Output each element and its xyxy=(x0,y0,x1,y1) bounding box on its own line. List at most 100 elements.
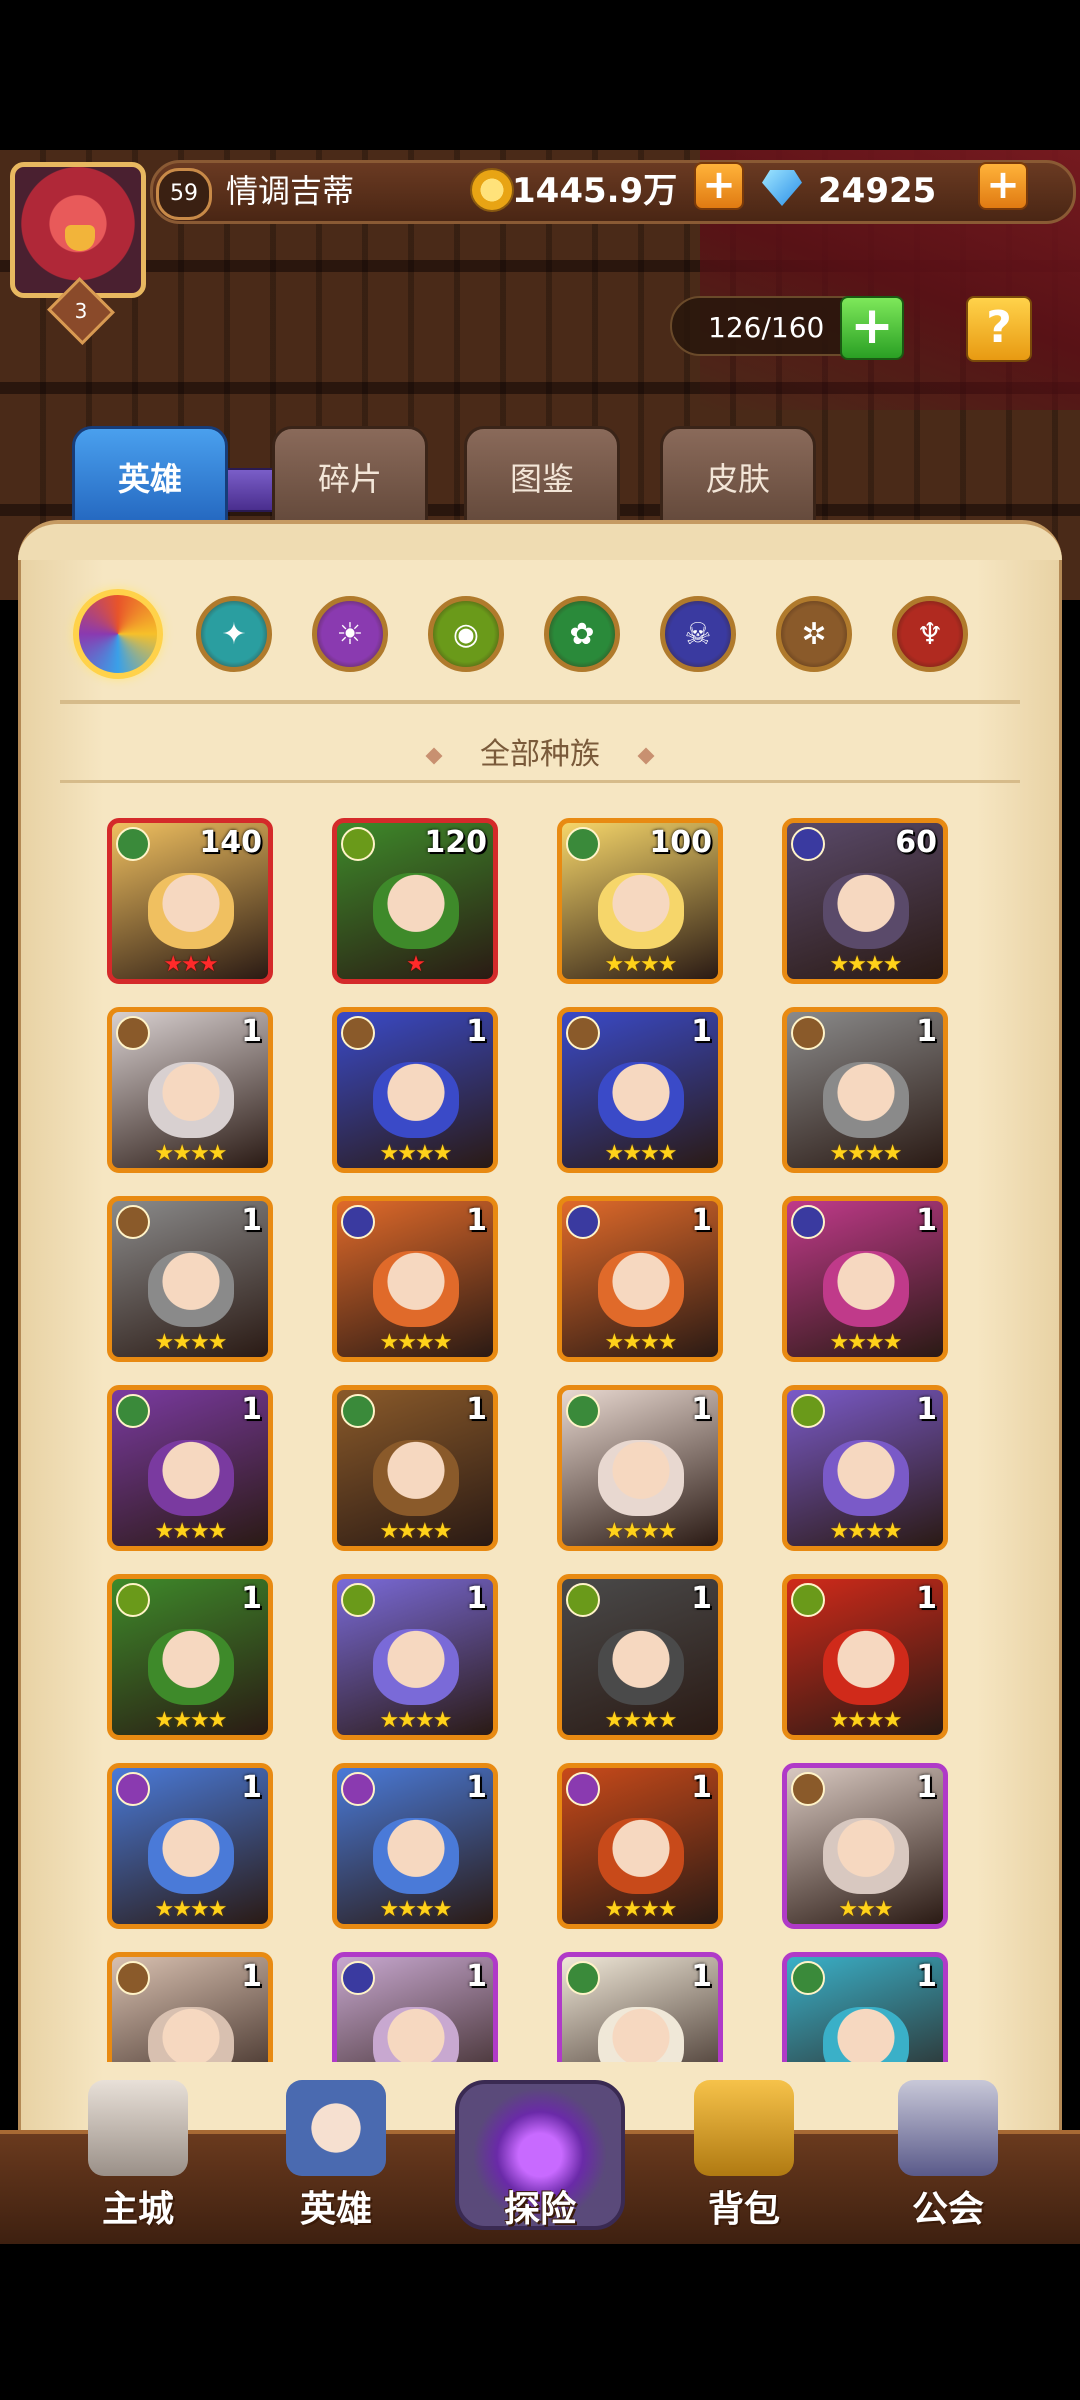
hero-portrait xyxy=(823,1251,909,1327)
hero-faction-icon xyxy=(341,827,375,861)
hero-faction-icon xyxy=(116,1394,150,1428)
all-factions-icon[interactable] xyxy=(73,589,163,679)
hero-faction-icon xyxy=(791,1016,825,1050)
hero-star-rating: ★★★★ xyxy=(829,1708,903,1733)
hero-faction-icon xyxy=(791,1772,825,1806)
nav-castle[interactable]: 主城 xyxy=(48,2080,228,2230)
nav-guild[interactable]: 公会 xyxy=(858,2080,1038,2230)
expand-capacity-button[interactable]: + xyxy=(840,296,904,360)
hero-portrait xyxy=(598,1251,684,1327)
hero-card[interactable]: 1 ★★★★ xyxy=(107,1007,273,1173)
diamond-amount: 24925 xyxy=(818,171,937,211)
hero-card[interactable]: 1 ★★★★ xyxy=(107,1574,273,1740)
hero-card[interactable]: 1 ★★★★ xyxy=(332,1763,498,1929)
hero-card[interactable]: 120 ★ xyxy=(332,818,498,984)
hero-portrait xyxy=(148,1818,234,1894)
hero-faction-icon xyxy=(341,1961,375,1995)
hero-level: 1 xyxy=(691,1392,712,1427)
leaf-faction-icon[interactable]: ✿ xyxy=(544,596,620,672)
hero-card[interactable]: 1 ★★★★ xyxy=(782,1385,948,1551)
nav-backpack[interactable]: 背包 xyxy=(654,2080,834,2230)
hero-card[interactable]: 1 xyxy=(107,1952,273,2062)
flame-faction-icon[interactable]: ☀ xyxy=(312,596,388,672)
hero-card[interactable]: 1 ★★★★ xyxy=(332,1385,498,1551)
hero-faction-icon xyxy=(566,1016,600,1050)
divider xyxy=(60,700,1020,704)
guild-icon xyxy=(898,2080,998,2176)
hero-card[interactable]: 1 xyxy=(332,1952,498,2062)
hero-card[interactable]: 1 ★★★★ xyxy=(782,1007,948,1173)
demon-faction-icon[interactable]: ♆ xyxy=(892,596,968,672)
hero-card[interactable]: 1 xyxy=(557,1952,723,2062)
hero-portrait xyxy=(148,1251,234,1327)
backpack-icon xyxy=(694,2080,794,2176)
hero-star-rating: ★★★★ xyxy=(154,1519,228,1544)
hero-level: 1 xyxy=(466,1770,487,1805)
hero-portrait xyxy=(148,873,234,949)
wings-faction-icon[interactable]: ✦ xyxy=(196,596,272,672)
hero-card[interactable]: 1 ★★★★ xyxy=(332,1196,498,1362)
nav-hero[interactable]: 英雄 xyxy=(246,2080,426,2230)
hero-star-rating: ★★★★ xyxy=(379,1519,453,1544)
hero-portrait xyxy=(148,1062,234,1138)
hero-faction-icon xyxy=(116,1205,150,1239)
hero-faction-icon xyxy=(566,1961,600,1995)
hero-portrait xyxy=(598,1629,684,1705)
hero-level: 120 xyxy=(424,825,487,860)
hero-level: 1 xyxy=(691,1959,712,1994)
hero-card[interactable]: 1 ★★★★ xyxy=(107,1196,273,1362)
hero-level: 1 xyxy=(691,1581,712,1616)
eye-faction-icon[interactable]: ◉ xyxy=(428,596,504,672)
hero-card[interactable]: 1 ★★★★ xyxy=(557,1007,723,1173)
hero-card[interactable]: 1 ★★★★ xyxy=(557,1385,723,1551)
hero-portrait xyxy=(598,1062,684,1138)
hero-level: 140 xyxy=(199,825,262,860)
panel-header xyxy=(18,520,1062,560)
hero-card[interactable]: 1 ★★★★ xyxy=(557,1574,723,1740)
hero-portrait xyxy=(823,873,909,949)
hero-portrait xyxy=(598,2007,684,2062)
hero-portrait xyxy=(373,2007,459,2062)
hero-star-rating: ★★★★ xyxy=(604,1897,678,1922)
hero-card[interactable]: 1 ★★★★ xyxy=(332,1007,498,1173)
gold-amount: 1445.9万 xyxy=(512,171,678,211)
hero-faction-icon xyxy=(791,1583,825,1617)
hero-card[interactable]: 1 ★★★★ xyxy=(782,1574,948,1740)
hero-star-rating: ★★★★ xyxy=(604,1330,678,1355)
add-diamond-button[interactable]: + xyxy=(978,162,1028,210)
hero-card[interactable]: 60 ★★★★ xyxy=(782,818,948,984)
hero-card[interactable]: 1 ★★★★ xyxy=(557,1196,723,1362)
nav-label: 公会 xyxy=(911,2189,984,2230)
hero-level: 1 xyxy=(691,1203,712,1238)
hero-card[interactable]: 1 ★★★★ xyxy=(782,1196,948,1362)
hero-faction-icon xyxy=(341,1016,375,1050)
help-button[interactable]: ? xyxy=(966,296,1032,362)
hero-card[interactable]: 1 ★★★ xyxy=(782,1763,948,1929)
hero-star-rating: ★★★★ xyxy=(604,1519,678,1544)
hero-star-rating: ★★★ xyxy=(838,1897,893,1922)
hero-card[interactable]: 1 ★★★★ xyxy=(107,1763,273,1929)
section-title-text: 全部种族 xyxy=(480,737,600,772)
hero-card[interactable]: 100 ★★★★ xyxy=(557,818,723,984)
hero-star-rating: ★★★★ xyxy=(604,952,678,977)
skull-faction-icon[interactable]: ☠ xyxy=(660,596,736,672)
hero-level: 1 xyxy=(241,1770,262,1805)
sun-faction-icon[interactable]: ✲ xyxy=(776,596,852,672)
hero-card[interactable]: 1 ★★★★ xyxy=(107,1385,273,1551)
hero-star-rating: ★★★★ xyxy=(379,1330,453,1355)
hero-card[interactable]: 1 xyxy=(782,1952,948,2062)
hero-portrait xyxy=(148,1629,234,1705)
hero-level: 1 xyxy=(241,1014,262,1049)
hero-star-rating: ★★★★ xyxy=(379,1897,453,1922)
hero-star-rating: ★★★★ xyxy=(829,952,903,977)
hero-faction-icon xyxy=(566,1583,600,1617)
vip-rank-value: 3 xyxy=(74,299,88,323)
hero-card[interactable]: 1 ★★★★ xyxy=(557,1763,723,1929)
hero-card[interactable]: 1 ★★★★ xyxy=(332,1574,498,1740)
nav-portal[interactable]: 探险 xyxy=(450,2080,630,2230)
add-gold-button[interactable]: + xyxy=(694,162,744,210)
hero-card[interactable]: 140 ★★★ xyxy=(107,818,273,984)
hero-level: 1 xyxy=(916,1014,937,1049)
hero-star-rating: ★★★★ xyxy=(604,1141,678,1166)
hero-star-rating: ★★★★ xyxy=(379,1708,453,1733)
